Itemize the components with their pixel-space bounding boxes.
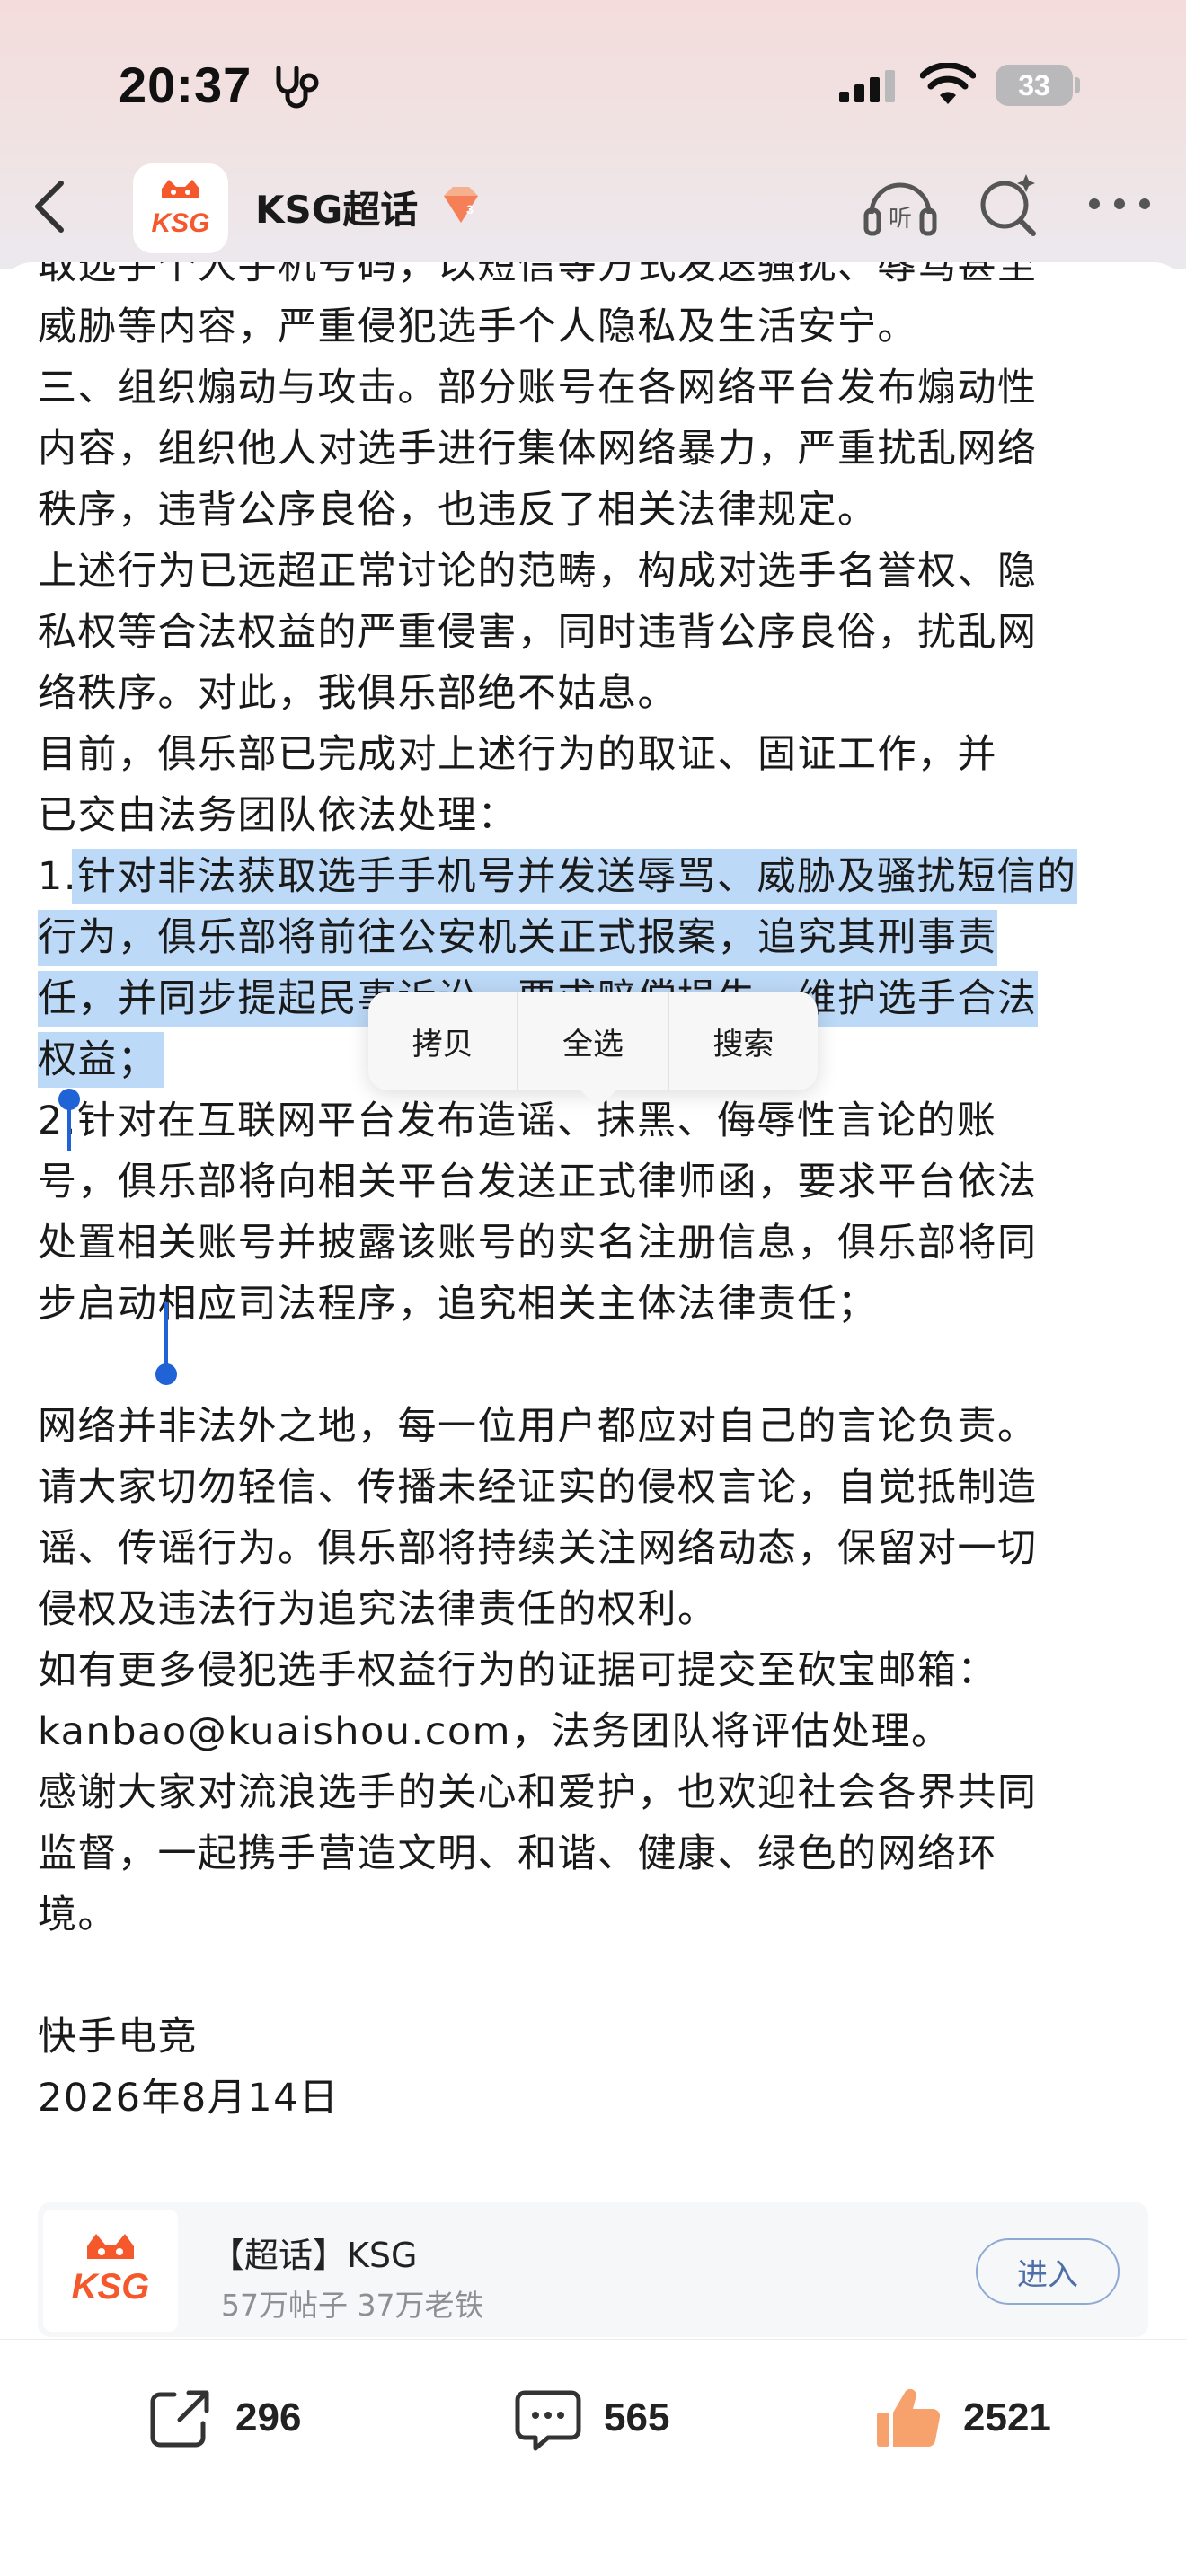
article-paragraph: 2.针对在互联网平台发布造谣、抹黑、侮辱性言论的账 号，俱乐部将向相关平台发送正… <box>38 1098 1038 1327</box>
like-button[interactable]: 2521 <box>872 2378 1051 2458</box>
like-count: 2521 <box>963 2395 1051 2439</box>
status-bar: 20:37 33 <box>0 0 1186 171</box>
selection-end-handle[interactable] <box>153 1302 180 1389</box>
svg-text:KSG: KSG <box>72 2267 150 2307</box>
share-button[interactable]: 296 <box>144 2378 301 2458</box>
ksg-logo[interactable]: KSG <box>133 163 228 253</box>
share-icon <box>150 2390 209 2448</box>
topic-title: 【超话】KSG <box>210 2236 418 2275</box>
comment-count: 565 <box>604 2395 670 2439</box>
status-time: 20:37 <box>119 57 252 113</box>
comment-button[interactable]: 565 <box>512 2378 669 2458</box>
nav-bar: KSG KSG超话 3 听 <box>0 153 1186 260</box>
level-badge-icon: 3 <box>444 187 478 223</box>
article-paragraph: 目前，俱乐部已完成对上述行为的取证、固证工作，并 已交由法务团队依法处理： <box>38 732 997 838</box>
article-signature: 快手电竞 2026年8月14日 <box>38 2015 340 2121</box>
svg-text:KSG: KSG <box>151 208 209 238</box>
stethoscope-icon <box>276 66 319 109</box>
listen-icon[interactable]: 听 <box>863 172 938 241</box>
article-paragraph: 取选手个人手机号码，以短信等方式发送骚扰、辱骂甚至 威胁等内容，严重侵犯选手个人… <box>38 262 1038 349</box>
share-count: 296 <box>235 2395 302 2439</box>
svg-text:听: 听 <box>889 206 912 233</box>
copy-menu-item[interactable]: 拷贝 <box>368 992 517 1090</box>
ksg-logo-icon: KSG <box>151 180 210 238</box>
select-all-menu-item[interactable]: 全选 <box>517 992 667 1090</box>
article-text[interactable]: 取选手个人手机号码，以短信等方式发送骚扰、辱骂甚至 威胁等内容，严重侵犯选手个人… <box>38 262 1152 2129</box>
svg-text:3: 3 <box>466 202 474 216</box>
article-paragraph: 网络并非法外之地，每一位用户都应对自己的言论负责。 请大家切勿轻信、传播未经证实… <box>38 1404 1038 1632</box>
comment-icon <box>515 2390 581 2451</box>
article-paragraph: 上述行为已远超正常讨论的范畴，构成对选手名誉权、隐 私权等合法权益的严重侵害，同… <box>38 549 1038 716</box>
topic-stats: 57万帖子 37万老铁 <box>221 2288 484 2323</box>
list-number: 1. <box>38 854 78 899</box>
article-paragraph: 感谢大家对流浪选手的关心和爱护，也欢迎社会各界共同 监督，一起携手营造文明、和谐… <box>38 1770 1038 1937</box>
topic-logo: KSG <box>43 2210 178 2332</box>
bottom-action-bar: 296 565 2521 <box>0 2339 1186 2576</box>
search-menu-item[interactable]: 搜索 <box>667 992 818 1090</box>
article-paragraph: 三、组织煽动与攻击。部分账号在各网络平台发布煽动性 内容，组织他人对选手进行集体… <box>38 366 1038 533</box>
back-icon[interactable] <box>29 178 70 235</box>
super-topic-card[interactable]: KSG 【超话】KSG 57万帖子 37万老铁 进入 <box>38 2202 1148 2337</box>
thumbs-up-icon <box>877 2388 941 2448</box>
article-body: 取选手个人手机号码，以短信等方式发送骚扰、辱骂甚至 威胁等内容，严重侵犯选手个人… <box>0 262 1186 2319</box>
article-paragraph: 如有更多侵犯选手权益行为的证据可提交至砍宝邮箱： kanbao@kuaishou… <box>38 1648 997 1754</box>
battery-level: 33 <box>1018 68 1050 101</box>
ksg-topic-logo-icon: KSG <box>72 2234 150 2307</box>
battery-cap <box>1075 77 1080 93</box>
selection-start-handle[interactable] <box>56 1087 83 1151</box>
search-icon[interactable] <box>976 171 1040 239</box>
more-icon[interactable] <box>1084 190 1155 217</box>
battery-icon: 33 <box>996 65 1073 106</box>
text-context-menu: 拷贝 全选 搜索 <box>368 992 818 1090</box>
wifi-icon <box>920 63 976 104</box>
page-title: KSG超话 <box>255 188 419 232</box>
cell-signal-icon <box>839 70 895 102</box>
enter-button[interactable]: 进入 <box>976 2238 1120 2305</box>
